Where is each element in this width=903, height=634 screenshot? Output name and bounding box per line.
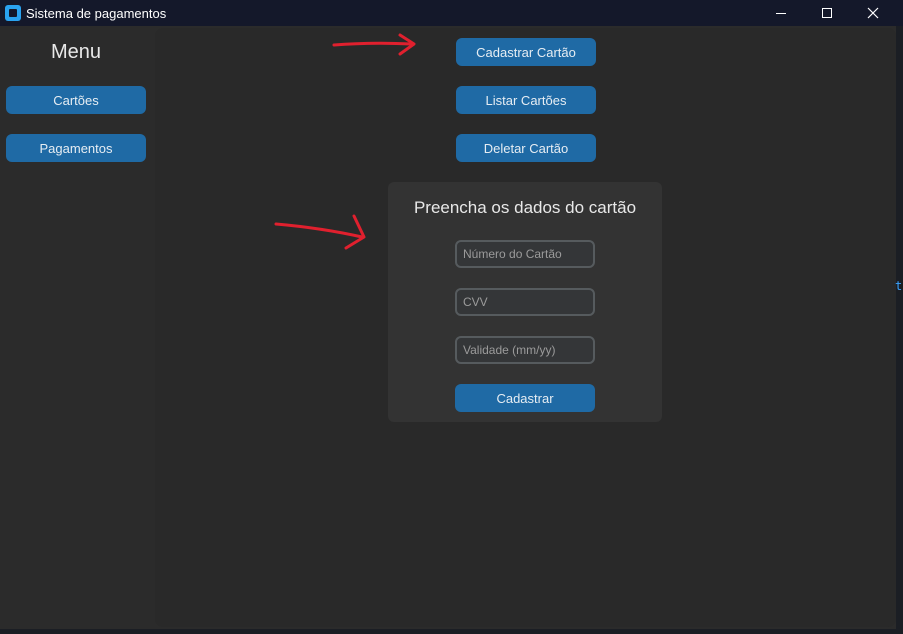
window-body: Menu Cartões Pagamentos Cadastrar Cartão… xyxy=(0,26,896,629)
card-form-panel: Preencha os dados do cartão Cadastrar xyxy=(388,182,662,422)
register-card-button[interactable]: Cadastrar Cartão xyxy=(456,38,596,66)
app-icon xyxy=(5,5,21,21)
title-bar: Sistema de pagamentos xyxy=(0,0,903,26)
sidebar-item-pagamentos[interactable]: Pagamentos xyxy=(6,134,146,162)
edge-text-fragment: t xyxy=(895,279,903,293)
annotation-arrow-icon xyxy=(274,214,366,250)
main-content: Cadastrar Cartão Listar Cartões Deletar … xyxy=(155,28,896,627)
sidebar-item-cartoes[interactable]: Cartões xyxy=(6,86,146,114)
menu-title: Menu xyxy=(50,41,102,63)
sidebar: Menu Cartões Pagamentos xyxy=(0,26,155,629)
card-number-input[interactable] xyxy=(455,240,595,268)
maximize-button[interactable] xyxy=(804,0,850,26)
cvv-input[interactable] xyxy=(455,288,595,316)
submit-button[interactable]: Cadastrar xyxy=(455,384,595,412)
expiry-input[interactable] xyxy=(455,336,595,364)
window-title: Sistema de pagamentos xyxy=(26,6,167,21)
minimize-button[interactable] xyxy=(758,0,804,26)
delete-card-button[interactable]: Deletar Cartão xyxy=(456,134,596,162)
form-title: Preencha os dados do cartão xyxy=(413,198,637,217)
minimize-icon xyxy=(776,13,786,14)
close-button[interactable] xyxy=(850,0,896,26)
maximize-icon xyxy=(822,8,832,18)
annotation-arrow-icon xyxy=(332,33,416,56)
close-icon xyxy=(867,7,879,19)
list-cards-button[interactable]: Listar Cartões xyxy=(456,86,596,114)
